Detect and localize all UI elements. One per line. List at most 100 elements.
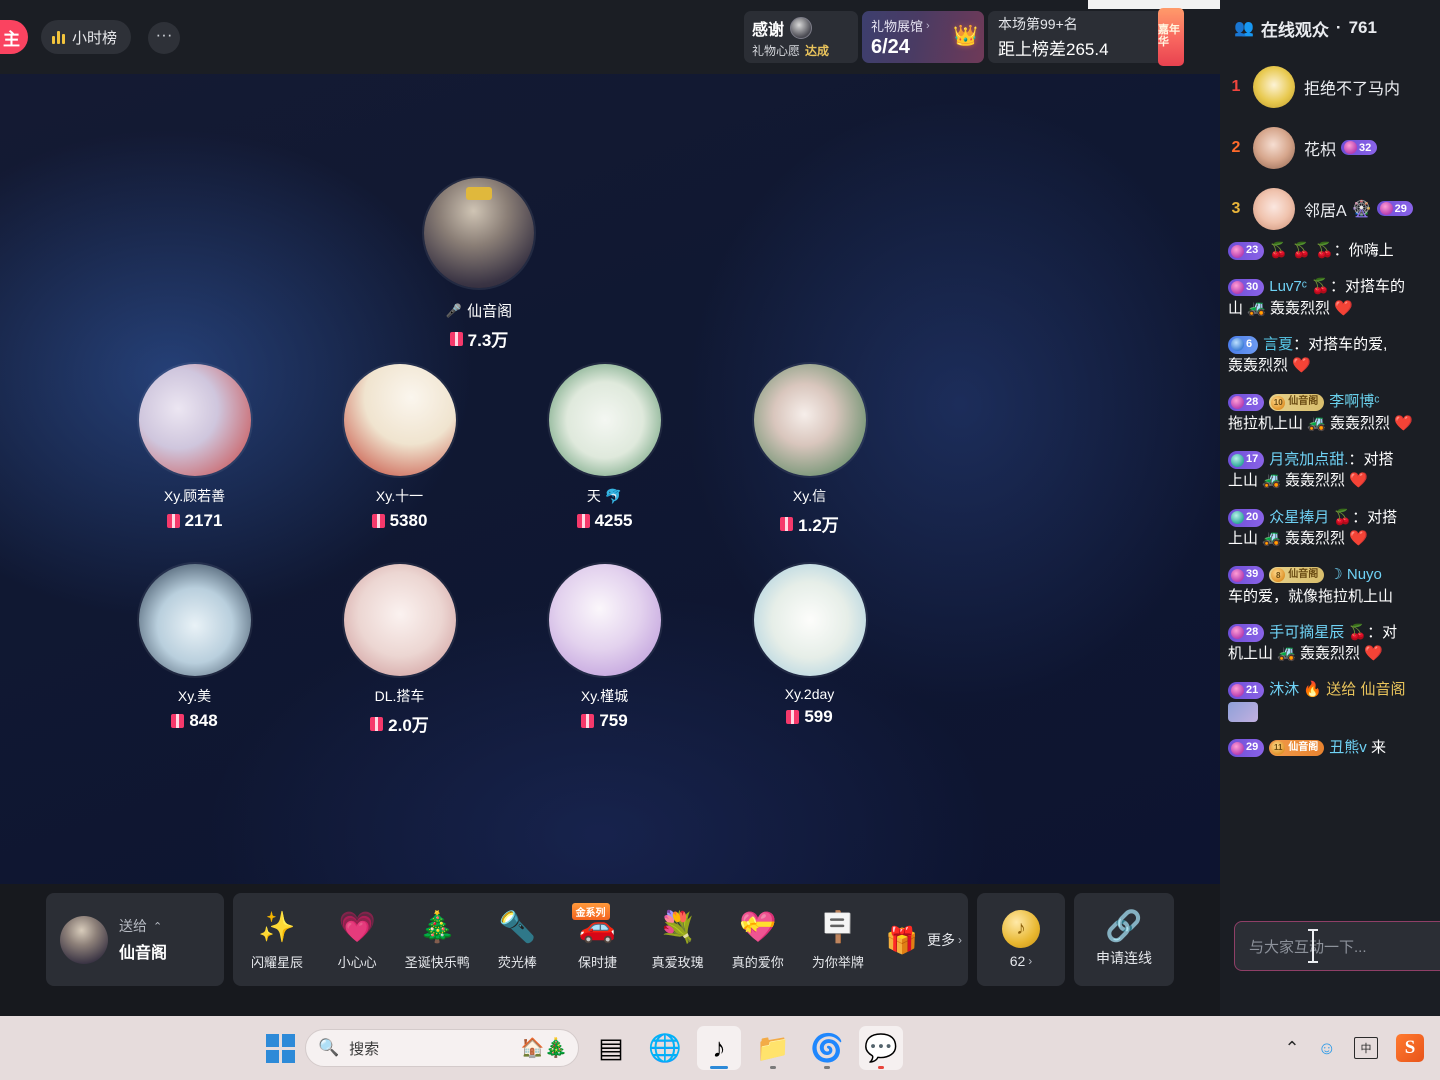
chat-username: 李啊博ᶜ (1329, 393, 1380, 411)
folder-icon: 📁 (756, 1033, 790, 1063)
level-gem-icon (1231, 244, 1244, 258)
start-button[interactable] (266, 1033, 295, 1063)
guest-seat[interactable]: Xy.美 848 (92, 564, 297, 736)
gift-option[interactable]: 💐 真爱玫瑰 (638, 893, 718, 986)
gift-box-icon: 🎁 (885, 924, 919, 955)
apply-link-button[interactable]: 🔗 申请连线 (1074, 893, 1174, 986)
show-hidden-icons-chevron-icon[interactable]: ⌃ (1285, 1038, 1300, 1059)
stage-column: 主 小时榜 ··· 感谢 礼物心愿 达成 礼物展馆 › 6/24 👑 本场第99… (0, 0, 1220, 1016)
chat-gift-preview (1228, 701, 1432, 722)
chat-input[interactable]: 与大家互动一下... (1234, 921, 1440, 971)
chat-level-badge: 30 (1228, 278, 1265, 297)
gift-option[interactable]: 🪧 为你举牌 (798, 893, 878, 986)
sogou-label: S (1404, 1037, 1416, 1058)
chat-message[interactable]: 6 言夏：对搭车的爱, 轰轰烈烈 ❤️ (1228, 334, 1432, 377)
gift-option[interactable]: 🔦 荧光棒 (477, 893, 557, 986)
gift-hall-card[interactable]: 礼物展馆 › 6/24 👑 (862, 11, 984, 63)
guest-name-row: 天 🐬 (502, 486, 707, 506)
more-options-button[interactable]: ··· (148, 22, 180, 54)
chat-level-badge: 28 (1228, 624, 1265, 642)
gift-name: 小心心 (337, 955, 377, 970)
window-edge-strip (1088, 0, 1220, 9)
chat-message[interactable]: 28 手可摘星辰 🍒：对 机上山 🚜 轰轰烈烈 ❤️ (1228, 622, 1432, 665)
gift-option[interactable]: 金系列 🚗 保时捷 (558, 893, 638, 986)
sogou-ime-tray-icon[interactable]: S (1396, 1034, 1424, 1062)
ime-language-indicator[interactable]: 中 (1354, 1037, 1378, 1059)
viewer-level-badge: 32 (1341, 140, 1378, 155)
chat-message[interactable]: 23 🍒 🍒 🍒：你嗨上 (1228, 240, 1432, 261)
viewers-header[interactable]: 👥 在线观众 · 761 (1220, 0, 1440, 56)
viewer-avatar[interactable] (1253, 187, 1295, 230)
send-to-selector[interactable]: 送给 ⌃ 仙音阁 (46, 893, 224, 986)
session-rank-card[interactable]: 本场第99+名 距上榜差265.4 (988, 11, 1184, 63)
chat-message[interactable]: 20 众星捧月 🍒：对搭 上山 🚜 轰轰烈烈 ❤️ (1228, 507, 1432, 550)
guest-seat[interactable]: 天 🐬 4255 (502, 364, 707, 536)
gift-option[interactable]: 💝 真的爱你 (718, 893, 798, 986)
level-gem-icon (1231, 338, 1244, 352)
follow-button[interactable]: 主 (0, 20, 28, 54)
chat-message[interactable]: 29 11 仙音阁 丑熊v 来 (1228, 737, 1432, 758)
fan-club-name: 仙音阁 (1288, 569, 1319, 581)
gift-option[interactable]: ✨ 闪耀星辰 (237, 893, 317, 986)
chat-colon: ： (1293, 335, 1309, 353)
coin-balance-button[interactable]: ♪ 62 › (977, 893, 1065, 986)
guest-seat[interactable]: Xy.槿城 759 (502, 564, 707, 736)
guest-avatar[interactable] (753, 564, 866, 676)
fan-club-name: 仙音阁 (1288, 396, 1319, 408)
chat-message[interactable]: 28 10 仙音阁 李啊博ᶜ 拖拉机上山 🚜 轰轰烈烈 ❤️ (1228, 391, 1432, 434)
chat-message[interactable]: 21 沐沐 🔥 送给 仙音阁 (1228, 679, 1432, 722)
guest-seat[interactable]: Xy.信 1.2万 (707, 364, 912, 536)
session-rank-gap: 距上榜差265.4 (998, 40, 1109, 59)
viewer-avatar[interactable] (1253, 65, 1295, 108)
guest-avatar[interactable] (138, 364, 251, 476)
guest-avatar[interactable] (343, 564, 456, 676)
guest-seat[interactable]: Xy.十一 5380 (297, 364, 502, 536)
guest-avatar[interactable] (343, 364, 456, 476)
viewer-row[interactable]: 2 花枳 32 (1220, 117, 1440, 178)
chat-message[interactable]: 30 Luv7ᶜ 🍒：对搭车的 山 🚜 轰轰烈烈 ❤️ (1228, 276, 1432, 319)
gift-icon (780, 516, 794, 531)
chat-level-value: 28 (1246, 626, 1259, 639)
taskbar-app-task-view[interactable]: ▤ (589, 1026, 633, 1070)
viewer-avatar[interactable] (1253, 126, 1295, 169)
level-gem-icon (1231, 280, 1244, 294)
host-seat[interactable]: 🎤 仙音阁 7.3万 (422, 178, 536, 351)
host-avatar[interactable] (424, 178, 534, 288)
guest-seat[interactable]: DL.搭车 2.0万 (297, 564, 502, 736)
chat-username: ☽ Nuyo (1329, 566, 1382, 584)
gift-option[interactable]: 💗 小心心 (317, 893, 397, 986)
taskbar-app-wechat[interactable]: 💬 (859, 1026, 903, 1070)
guest-avatar[interactable] (138, 564, 251, 676)
taskbar-app-file-explorer[interactable]: 📁 (751, 1026, 795, 1070)
taskbar-app-edge[interactable]: 🌀 (805, 1026, 849, 1070)
gift-icon (576, 514, 590, 528)
send-to-text: 送给 ⌃ 仙音阁 (119, 916, 167, 963)
chat-username: 🍒 🍒 🍒 (1269, 242, 1334, 259)
taskbar-app-edge-legacy[interactable]: 🌐 (643, 1026, 687, 1070)
chat-message-list[interactable]: 23 🍒 🍒 🍒：你嗨上 30 Luv7ᶜ 🍒：对搭车的 山 🚜 轰轰烈烈 ❤️… (1220, 240, 1440, 900)
guest-seat[interactable]: Xy.顾若善 2171 (92, 364, 297, 536)
tray-app-icon[interactable]: ☺ (1318, 1038, 1336, 1059)
holiday-decoration-icon: 🏠🎄 (520, 1038, 568, 1059)
guest-avatar[interactable] (548, 564, 661, 676)
guest-avatar[interactable] (753, 364, 866, 476)
guest-gift-value: 5380 (389, 511, 428, 530)
guest-avatar[interactable] (548, 364, 661, 476)
hour-rank-button[interactable]: 小时榜 (41, 20, 132, 54)
guest-seat[interactable]: Xy.2day 599 (707, 564, 912, 736)
gift-name: 真的爱你 (731, 955, 784, 970)
chat-message[interactable]: 17 月亮加点甜.：对搭 上山 🚜 轰轰烈烈 ❤️ (1228, 449, 1432, 492)
gift-art-icon: 💗 (338, 911, 376, 944)
carnival-badge[interactable]: 嘉年华 (1158, 8, 1184, 66)
viewer-row[interactable]: 3 邻居A 🎡 29 (1220, 178, 1440, 239)
chat-message[interactable]: 39 8 仙音阁 ☽ Nuyo 车的爱，就像拖拉机上山 (1228, 564, 1432, 607)
chevron-right-icon: › (926, 19, 930, 32)
gift-option[interactable]: 🎄 圣诞快乐鸭 (397, 893, 477, 986)
viewer-level-value: 29 (1394, 202, 1407, 215)
taskbar-search-box[interactable]: 🔍 搜索 🏠🎄 (305, 1029, 579, 1067)
gift-wish-card[interactable]: 感谢 礼物心愿 达成 (744, 11, 858, 63)
coin-balance-row: 62 › (1010, 953, 1033, 969)
more-gifts-button[interactable]: 🎁 更多 › (878, 893, 964, 986)
viewer-row[interactable]: 1 拒绝不了马内 (1220, 56, 1440, 117)
taskbar-app-tiktok[interactable]: ♪ (697, 1026, 741, 1070)
